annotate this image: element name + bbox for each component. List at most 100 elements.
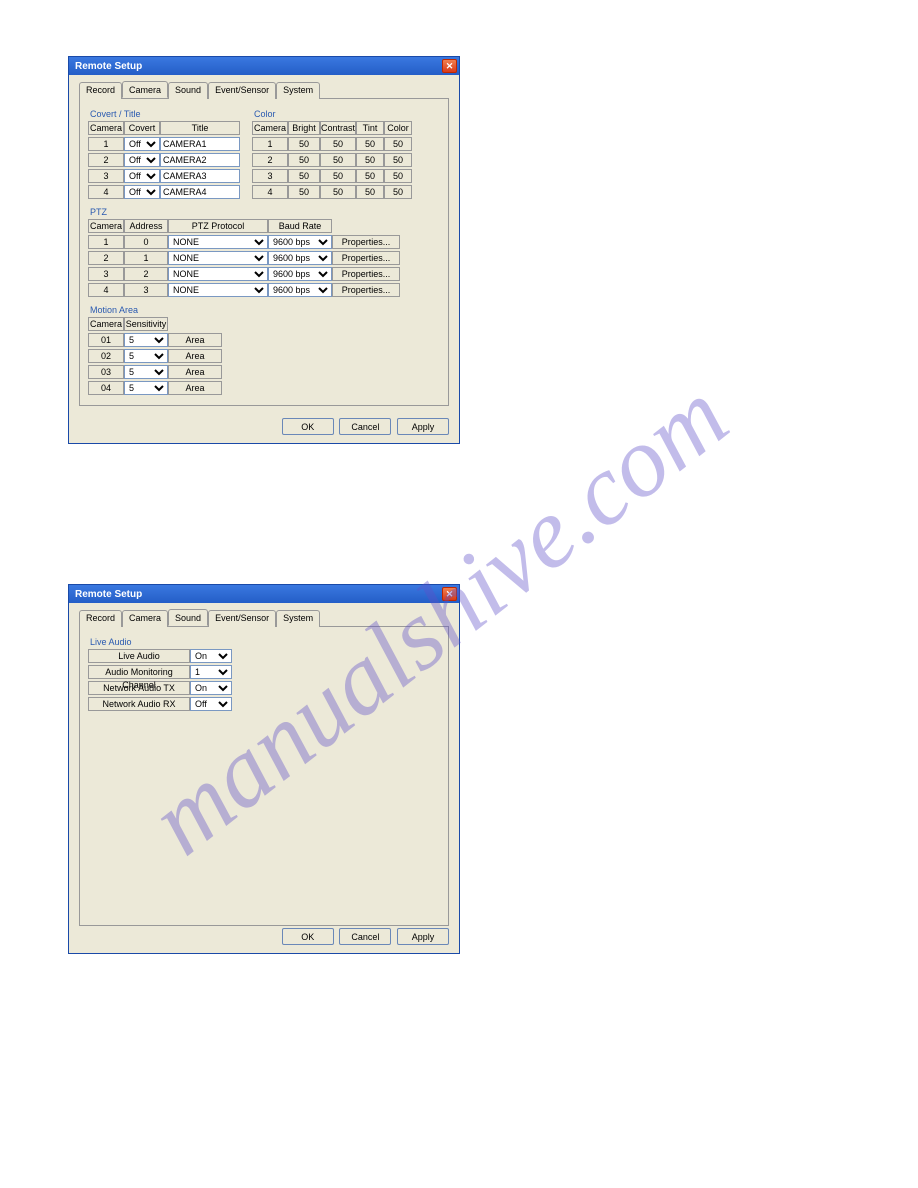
readonly-cell: 1 <box>124 251 168 265</box>
column-header: Sensitivity <box>124 317 168 331</box>
select-input[interactable]: Off <box>124 153 160 167</box>
readonly-cell: 50 <box>320 185 356 199</box>
ok-button[interactable]: OK <box>282 418 334 435</box>
cancel-button[interactable]: Cancel <box>339 928 391 945</box>
tab-event-sensor[interactable]: Event/Sensor <box>208 610 276 627</box>
ptz-table: CameraAddressPTZ ProtocolBaud Rate10NONE… <box>88 219 400 297</box>
table-row: 035Area <box>88 365 222 379</box>
area-button[interactable]: Area <box>168 365 222 379</box>
section-color: Color <box>254 109 412 119</box>
section-ptz: PTZ <box>90 207 440 217</box>
area-button[interactable]: Area <box>168 381 222 395</box>
readonly-cell: 1 <box>88 137 124 151</box>
select-input[interactable]: NONE <box>168 267 268 281</box>
field-label: Network Audio TX <box>88 681 190 695</box>
properties-button[interactable]: Properties... <box>332 283 400 297</box>
table-row: 1Off <box>88 137 240 151</box>
readonly-cell: 50 <box>384 185 412 199</box>
column-header: PTZ Protocol <box>168 219 268 233</box>
properties-button[interactable]: Properties... <box>332 251 400 265</box>
column-header: Camera <box>252 121 288 135</box>
readonly-cell: 50 <box>288 169 320 183</box>
select-input[interactable]: NONE <box>168 235 268 249</box>
readonly-cell: 50 <box>288 153 320 167</box>
tab-event-sensor[interactable]: Event/Sensor <box>208 82 276 99</box>
close-icon[interactable]: ✕ <box>442 59 457 73</box>
titlebar[interactable]: Remote Setup ✕ <box>69 57 459 75</box>
table-row: 2Off <box>88 153 240 167</box>
ok-button[interactable]: OK <box>282 928 334 945</box>
readonly-cell: 50 <box>356 153 384 167</box>
select-input[interactable]: 9600 bps <box>268 251 332 265</box>
section-covert-title: Covert / Title <box>90 109 240 119</box>
tab-camera[interactable]: Camera <box>122 610 168 627</box>
cancel-button[interactable]: Cancel <box>339 418 391 435</box>
readonly-cell: 50 <box>384 137 412 151</box>
readonly-cell: 50 <box>356 185 384 199</box>
readonly-cell: 3 <box>124 283 168 297</box>
apply-button[interactable]: Apply <box>397 418 449 435</box>
close-icon[interactable]: ✕ <box>442 587 457 601</box>
select-input[interactable]: 5 <box>124 349 168 363</box>
area-button[interactable]: Area <box>168 333 222 347</box>
tab-camera[interactable]: Camera <box>122 81 168 98</box>
text-input[interactable] <box>160 169 240 183</box>
table-row: 21NONE9600 bpsProperties... <box>88 251 400 265</box>
select-input[interactable]: Off <box>124 185 160 199</box>
tab-strip: RecordCameraSoundEvent/SensorSystem <box>79 609 449 626</box>
select-input[interactable]: On <box>190 649 232 663</box>
select-input[interactable]: Off <box>124 169 160 183</box>
titlebar[interactable]: Remote Setup ✕ <box>69 585 459 603</box>
properties-button[interactable]: Properties... <box>332 235 400 249</box>
text-input[interactable] <box>160 185 240 199</box>
readonly-cell: 50 <box>320 169 356 183</box>
covert-title-table: CameraCovertTitle1Off2Off3Off4Off <box>88 121 240 199</box>
select-input[interactable]: On <box>190 681 232 695</box>
select-input[interactable]: NONE <box>168 283 268 297</box>
select-input[interactable]: NONE <box>168 251 268 265</box>
dialog-title: Remote Setup <box>75 61 142 72</box>
column-header: Camera <box>88 317 124 331</box>
table-row: 150505050 <box>252 137 412 151</box>
readonly-cell: 01 <box>88 333 124 347</box>
tab-sound[interactable]: Sound <box>168 82 208 99</box>
column-header: Camera <box>88 219 124 233</box>
column-header: Title <box>160 121 240 135</box>
motion-area-table: CameraSensitivity015Area025Area035Area04… <box>88 317 222 395</box>
readonly-cell: 0 <box>124 235 168 249</box>
tab-system[interactable]: System <box>276 610 320 627</box>
readonly-cell: 50 <box>288 137 320 151</box>
color-table: CameraBrightContrastTintColor15050505025… <box>252 121 412 199</box>
table-row: 4Off <box>88 185 240 199</box>
dialog-footer: OK Cancel Apply <box>69 922 459 953</box>
select-input[interactable]: 1 <box>190 665 232 679</box>
table-row: Live AudioOn <box>88 649 232 663</box>
tab-sound[interactable]: Sound <box>168 609 208 626</box>
text-input[interactable] <box>160 137 240 151</box>
readonly-cell: 1 <box>252 137 288 151</box>
table-row: 43NONE9600 bpsProperties... <box>88 283 400 297</box>
tab-record[interactable]: Record <box>79 82 122 99</box>
readonly-cell: 50 <box>320 137 356 151</box>
select-input[interactable]: Off <box>124 137 160 151</box>
dialog-footer: OK Cancel Apply <box>69 412 459 443</box>
text-input[interactable] <box>160 153 240 167</box>
area-button[interactable]: Area <box>168 349 222 363</box>
tab-system[interactable]: System <box>276 82 320 99</box>
select-input[interactable]: 5 <box>124 365 168 379</box>
section-live-audio: Live Audio <box>90 637 440 647</box>
select-input[interactable]: 9600 bps <box>268 235 332 249</box>
select-input[interactable]: 5 <box>124 333 168 347</box>
live-audio-table: Live AudioOnAudio Monitoring Channel1Net… <box>88 649 232 713</box>
readonly-cell: 4 <box>88 185 124 199</box>
readonly-cell: 3 <box>88 267 124 281</box>
column-header: Camera <box>88 121 124 135</box>
table-row: 045Area <box>88 381 222 395</box>
tab-record[interactable]: Record <box>79 610 122 627</box>
select-input[interactable]: 5 <box>124 381 168 395</box>
select-input[interactable]: 9600 bps <box>268 267 332 281</box>
select-input[interactable]: 9600 bps <box>268 283 332 297</box>
apply-button[interactable]: Apply <box>397 928 449 945</box>
select-input[interactable]: Off <box>190 697 232 711</box>
properties-button[interactable]: Properties... <box>332 267 400 281</box>
